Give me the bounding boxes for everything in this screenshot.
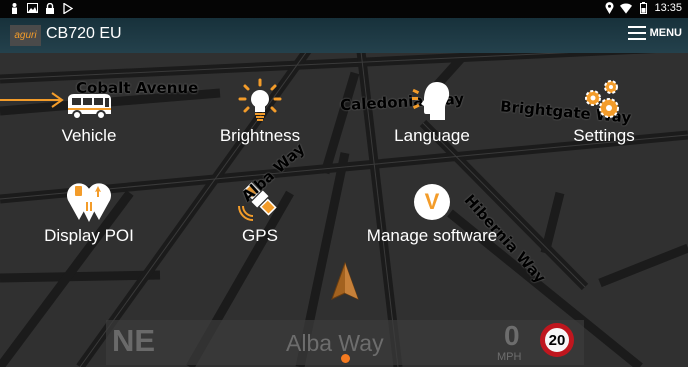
app-screen: 13:35 aguri CB720 EU MENU Cobalt Avenue … — [0, 0, 688, 367]
heading-indicator: NE — [112, 323, 156, 358]
tile-label: Brightness — [219, 126, 301, 145]
current-speed: 0 — [504, 320, 520, 351]
tile-label: Manage software — [366, 226, 498, 245]
software-v-icon: V — [414, 176, 450, 222]
lock-icon — [44, 2, 56, 14]
language-tile[interactable]: Language — [388, 76, 476, 146]
status-bar-left — [8, 2, 74, 14]
tile-label: GPS — [242, 226, 278, 245]
tile-label: Language — [394, 126, 470, 145]
speed-limit-sign: 20 — [540, 323, 574, 357]
display-poi-tile[interactable]: Display POI — [40, 176, 138, 246]
tile-label: Settings — [573, 126, 635, 145]
vehicle-tile[interactable]: Vehicle — [56, 76, 122, 146]
menu-button[interactable]: MENU — [627, 26, 682, 40]
person-icon — [8, 2, 20, 14]
status-bar-right: 13:35 — [603, 2, 682, 14]
current-road: Alba Way — [286, 330, 384, 356]
hamburger-icon — [627, 26, 646, 40]
speaking-head-icon — [412, 76, 452, 122]
menu-label: MENU — [649, 27, 682, 39]
speed-unit: MPH — [497, 351, 522, 363]
status-bar: 13:35 — [0, 0, 688, 18]
tile-label: Display POI — [44, 226, 134, 245]
tile-label: Vehicle — [61, 126, 117, 145]
device-title: CB720 EU — [46, 25, 122, 42]
image-icon — [26, 2, 38, 14]
play-store-icon — [62, 2, 74, 14]
position-dot — [341, 354, 350, 363]
app-logo: aguri — [10, 25, 41, 46]
brightness-tile[interactable]: Brightness — [210, 76, 310, 146]
battery-icon — [637, 2, 649, 14]
settings-tile[interactable]: Settings — [566, 76, 642, 146]
lightbulb-icon — [237, 76, 283, 122]
title-bar: aguri CB720 EU MENU — [0, 18, 688, 53]
clock: 13:35 — [654, 2, 682, 14]
gears-icon — [583, 76, 625, 122]
bus-icon — [65, 76, 113, 122]
poi-pins-icon — [65, 176, 113, 222]
wifi-icon — [620, 2, 633, 14]
manage-software-tile[interactable]: V Manage software — [360, 176, 504, 246]
location-icon — [603, 2, 615, 14]
